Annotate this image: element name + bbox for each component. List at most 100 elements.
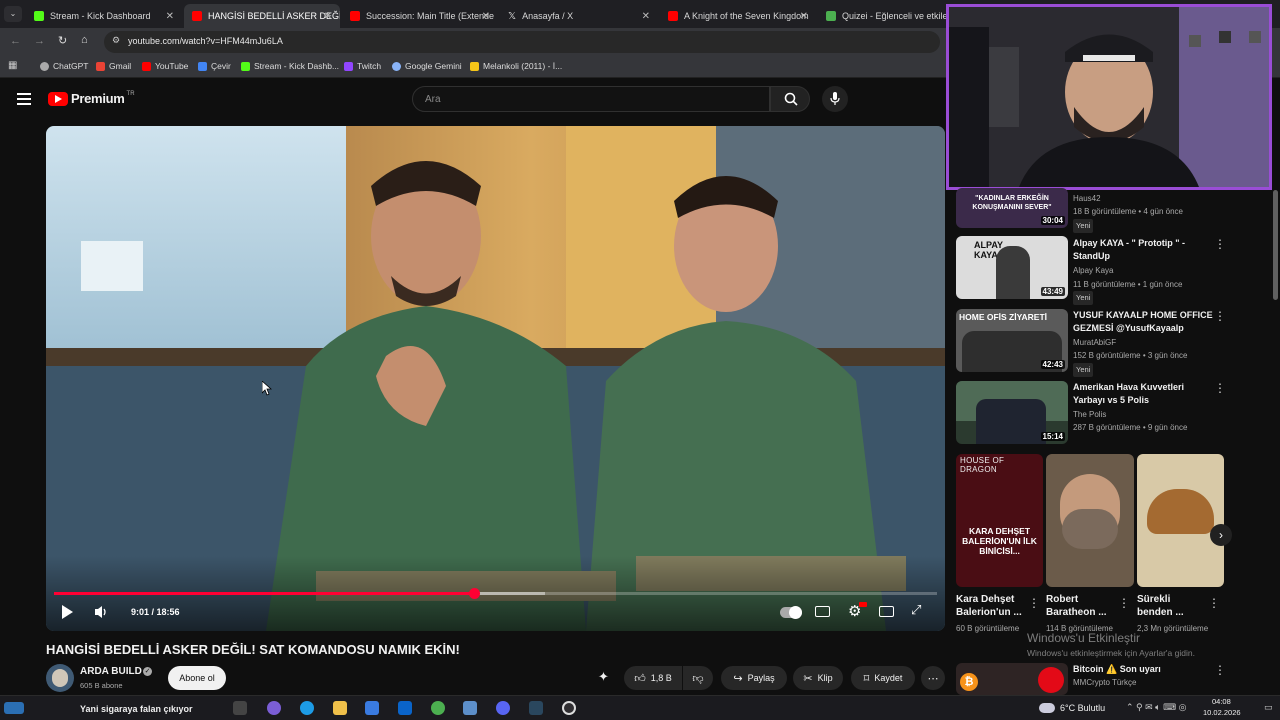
video-thumbnail[interactable]: ₿ xyxy=(956,663,1068,695)
back-icon[interactable]: ← xyxy=(10,35,21,47)
store-icon[interactable] xyxy=(365,701,379,715)
more-options-icon[interactable]: ⋮ xyxy=(1214,237,1226,251)
chrome-icon[interactable] xyxy=(431,701,445,715)
subscribe-button[interactable]: Abone ol xyxy=(168,666,226,690)
video-title[interactable]: YUSUF KAYAALP HOME OFFICE GEZMESİ @Yusuf… xyxy=(1073,309,1213,335)
discord-icon[interactable] xyxy=(496,701,510,715)
video-player[interactable]: 9:01 / 18:56 ⚙ ⤢ xyxy=(46,126,945,631)
short-title[interactable]: Kara Dehşet Balerion'un ... xyxy=(956,593,1036,619)
channel-avatar[interactable] xyxy=(46,664,74,692)
more-options-icon[interactable]: ⋮ xyxy=(1028,596,1040,610)
video-thumbnail[interactable]: HOME OFİS ZİYARETİ 42:43 xyxy=(956,309,1068,372)
tab-x-home[interactable]: 𝕏 Anasayfa / X ✕ xyxy=(500,4,658,28)
home-icon[interactable]: ⌂ xyxy=(81,34,88,46)
bookmark-youtube[interactable]: YouTube xyxy=(142,61,188,71)
more-options-icon[interactable]: ⋮ xyxy=(1208,596,1220,610)
edge-icon[interactable] xyxy=(300,701,314,715)
address-bar[interactable]: ⚙ youtube.com/watch?v=HFM44mJu6LA xyxy=(104,31,940,53)
more-options-icon[interactable]: ⋮ xyxy=(1214,309,1226,323)
like-button[interactable]: 👍︎ 1,8 B xyxy=(624,666,682,690)
site-info-icon[interactable]: ⚙ xyxy=(112,35,120,46)
obs-icon[interactable] xyxy=(562,701,576,715)
shelf-next-button[interactable]: › xyxy=(1210,524,1232,546)
short-thumbnail[interactable]: HOUSE OF DRAGON KARA DEHŞET BALERİON'UN … xyxy=(956,454,1043,587)
menu-icon[interactable] xyxy=(17,93,31,105)
miniplayer-button[interactable] xyxy=(879,606,894,617)
channel-name[interactable]: The Polis xyxy=(1073,408,1106,422)
subtitles-button[interactable] xyxy=(815,606,830,617)
more-options-icon[interactable]: ⋮ xyxy=(1118,596,1130,610)
tab-seven-kingdoms[interactable]: A Knight of the Seven Kingdom ✕ xyxy=(660,4,816,28)
close-icon[interactable]: ✕ xyxy=(800,11,808,22)
tab-quizei[interactable]: Quizei - Eğlenceli ve etkileşi xyxy=(818,4,946,28)
sparkle-button[interactable]: ✦ xyxy=(598,668,618,688)
more-actions-button[interactable]: ⋯ xyxy=(921,666,945,690)
tab-title: Succession: Main Title (Extende xyxy=(366,11,495,21)
channel-name[interactable]: MuratAbiGF xyxy=(1073,336,1116,350)
video-thumbnail[interactable]: ALPAY KAYA 43:49 xyxy=(956,236,1068,299)
progress-bar[interactable] xyxy=(54,588,937,599)
play-button[interactable] xyxy=(60,604,74,620)
bookmark-gmail[interactable]: Gmail xyxy=(96,61,131,71)
short-thumbnail[interactable] xyxy=(1046,454,1134,587)
volume-icon xyxy=(95,606,106,618)
steam-icon[interactable] xyxy=(529,701,543,715)
tab-youtube-video[interactable]: HANGİSİ BEDELLİ ASKER DEĞİL ✕ xyxy=(184,4,340,28)
close-icon[interactable]: ✕ xyxy=(324,11,332,22)
channel-name[interactable]: Haus42 xyxy=(1073,192,1101,206)
weather-text[interactable]: 6°C Bulutlu xyxy=(1060,703,1105,713)
more-options-icon[interactable]: ⋮ xyxy=(1214,381,1226,395)
close-icon[interactable]: ✕ xyxy=(482,11,490,22)
outlook-icon[interactable] xyxy=(398,701,412,715)
tab-succession[interactable]: Succession: Main Title (Extende ✕ xyxy=(342,4,498,28)
dislike-button[interactable]: 👎︎ xyxy=(683,666,713,690)
channel-name[interactable]: ARDA BUILD xyxy=(80,666,142,677)
video-thumbnail[interactable]: 15:14 xyxy=(956,381,1068,444)
file-explorer-icon[interactable] xyxy=(333,701,347,715)
video-title[interactable]: Bitcoin ⚠️ Son uyarı xyxy=(1073,663,1213,676)
apps-grid-icon[interactable]: ▦ xyxy=(8,60,17,71)
channel-name[interactable]: Alpay Kaya xyxy=(1073,264,1113,278)
bookmark-melankoli[interactable]: Melankoli (2011) - İ... xyxy=(470,61,562,71)
clip-button[interactable]: ✂ Klip xyxy=(793,666,843,690)
voice-search-button[interactable] xyxy=(822,86,848,112)
youtube-logo[interactable]: Premium TR xyxy=(48,91,135,106)
autoplay-toggle[interactable] xyxy=(780,606,802,619)
mute-button[interactable] xyxy=(94,605,109,619)
fullscreen-icon[interactable]: ⤢ xyxy=(911,602,921,618)
verified-icon: ✓ xyxy=(143,667,152,676)
short-thumbnail[interactable] xyxy=(1137,454,1224,587)
notification-icon[interactable]: ▭ xyxy=(1264,702,1273,713)
tray-icons[interactable]: ⌃ ⚲ ✉ 🔈︎ ⌨ ◎ xyxy=(1126,702,1186,713)
bookmark-twitch[interactable]: Twitch xyxy=(344,61,381,71)
forward-icon[interactable]: → xyxy=(34,35,45,47)
activation-watermark-text: Windows'u etkinleştirmek için Ayarlar'a … xyxy=(1027,648,1195,658)
close-icon[interactable]: ✕ xyxy=(166,11,174,22)
video-title[interactable]: Amerikan Hava Kuvvetleri Yarbayı vs 5 Po… xyxy=(1073,381,1213,407)
video-meta: 287 B görüntüleme • 9 gün önce xyxy=(1073,423,1188,432)
share-button[interactable]: ↪ Paylaş xyxy=(721,666,787,690)
more-options-icon[interactable]: ⋮ xyxy=(1214,663,1226,677)
close-icon[interactable]: ✕ xyxy=(642,11,650,22)
search-input[interactable]: Ara xyxy=(412,86,770,112)
tab-list-button[interactable]: ⌄ xyxy=(4,6,22,22)
search-button[interactable] xyxy=(770,86,810,112)
app-icon[interactable] xyxy=(463,701,477,715)
tab-kick-dashboard[interactable]: Stream - Kick Dashboard ✕ xyxy=(26,4,182,28)
tab-title: HANGİSİ BEDELLİ ASKER DEĞİL xyxy=(208,11,340,21)
bookmark-chatgpt[interactable]: ChatGPT xyxy=(40,61,88,71)
bookmark-gemini[interactable]: Google Gemini xyxy=(392,61,462,71)
bookmark-kick[interactable]: Stream - Kick Dashb... xyxy=(241,61,339,71)
save-button[interactable]: ⌑ Kaydet xyxy=(851,666,915,690)
channel-name[interactable]: MMCrypto Türkçe xyxy=(1073,676,1136,690)
video-thumbnail[interactable]: "KADINLAR ERKEĞİN KONUŞMANINI SEVER" 30:… xyxy=(956,188,1068,228)
sidebar-scrollbar[interactable] xyxy=(1273,190,1278,300)
bookmark-icon: ⌑ xyxy=(863,672,870,685)
bookmark-translate[interactable]: Çevir xyxy=(198,61,231,71)
task-view-icon[interactable] xyxy=(233,701,247,715)
reload-icon[interactable]: ↻ xyxy=(58,34,67,47)
short-title[interactable]: Robert Baratheon ... xyxy=(1046,593,1118,619)
copilot-icon[interactable] xyxy=(267,701,281,715)
video-title[interactable]: Alpay KAYA - " Prototip " - StandUp xyxy=(1073,237,1213,263)
short-title[interactable]: Sürekli benden ... xyxy=(1137,593,1207,619)
